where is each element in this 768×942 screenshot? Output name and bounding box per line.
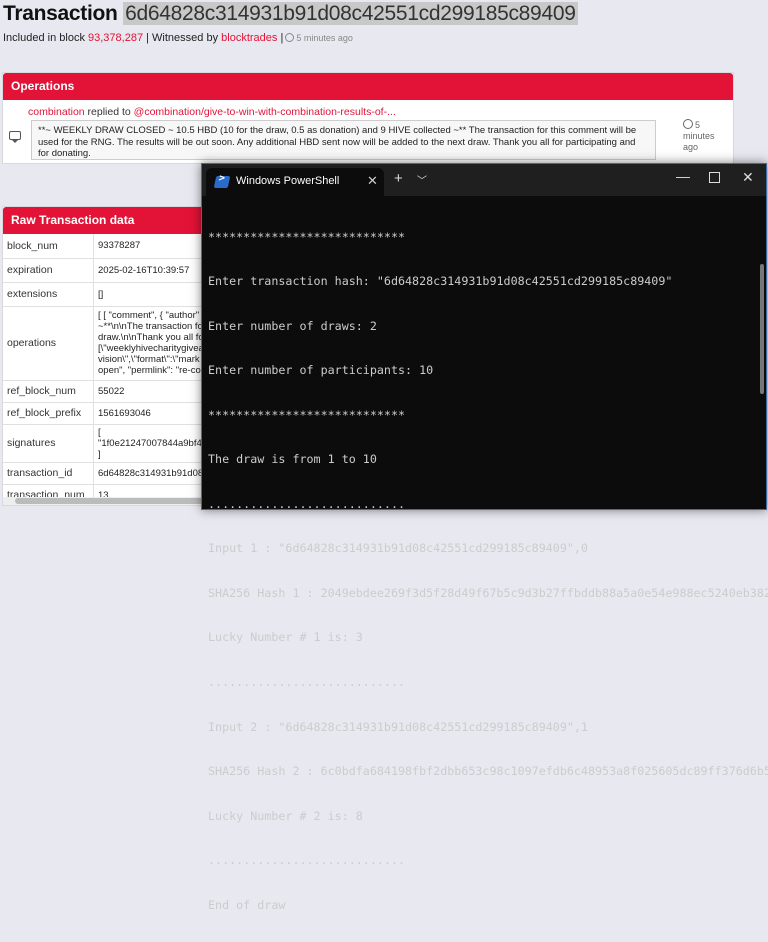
terminal-line: ............................	[208, 675, 406, 689]
terminal-scrollbar[interactable]	[760, 264, 764, 394]
row-key: extensions	[3, 282, 94, 307]
new-tab-button[interactable]: +	[394, 170, 403, 187]
operation-summary: combination replied to @combination/give…	[28, 106, 396, 118]
row-key: signatures	[3, 424, 94, 463]
time-separator: |	[280, 32, 284, 44]
terminal-line: ............................	[208, 496, 406, 511]
powershell-window[interactable]: Windows PowerShell ✕ + ﹀ — ✕ ***********…	[201, 163, 768, 912]
row-key: ref_block_prefix	[3, 402, 94, 425]
terminal-line: Enter transaction hash: "6d64828c314931b…	[208, 274, 673, 289]
terminal-line: SHA256 Hash 2 : 6c0bdfa684198fbf2dbb653c…	[208, 764, 768, 779]
page-title-label: Transaction	[3, 2, 118, 25]
terminal-line: Lucky Number # 1 is: 3	[208, 630, 363, 645]
terminal-line: ****************************	[208, 407, 406, 422]
powershell-tab[interactable]: Windows PowerShell ✕	[206, 168, 384, 196]
terminal-line: ............................	[208, 853, 406, 868]
block-info: Included in block 93,378,287 | Witnessed…	[3, 32, 353, 44]
operation-action: replied to	[87, 106, 131, 118]
operation-time: 5 minutes ago	[683, 119, 723, 153]
powershell-titlebar[interactable]: Windows PowerShell ✕ + ﹀ — ✕	[202, 164, 766, 196]
witness-link[interactable]: blocktrades	[221, 32, 277, 44]
tab-close-icon[interactable]: ✕	[367, 173, 378, 189]
clock-icon	[285, 32, 295, 42]
chevron-down-icon[interactable]: ﹀	[417, 172, 427, 187]
parent-permlink-link[interactable]: @combination/give-to-win-with-combinatio…	[134, 106, 396, 118]
row-key: transaction_id	[3, 462, 94, 485]
minimize-button[interactable]: —	[676, 168, 690, 184]
comment-icon	[9, 131, 21, 143]
window-close-button[interactable]: ✕	[742, 169, 754, 186]
terminal-output[interactable]: **************************** Enter trans…	[208, 200, 768, 942]
operations-header: Operations	[3, 73, 733, 100]
terminal-line: Enter number of participants: 10	[208, 363, 434, 378]
included-label: Included in block	[3, 32, 85, 44]
terminal-line: Lucky Number # 2 is: 8	[208, 808, 363, 823]
row-key: operations	[3, 306, 94, 381]
comment-body: **~ WEEKLY DRAW CLOSED ~ 10.5 HBD (10 fo…	[31, 120, 656, 160]
terminal-line: ****************************	[208, 229, 406, 244]
transaction-hash: 6d64828c314931b91d08c42551cd299185c89409	[123, 2, 578, 25]
header-time-ago: 5 minutes ago	[296, 33, 353, 43]
clock-icon	[683, 119, 693, 129]
maximize-button[interactable]	[709, 172, 720, 183]
author-link[interactable]: combination	[28, 106, 85, 118]
powershell-icon	[213, 176, 231, 188]
terminal-line: Enter number of draws: 2	[208, 318, 377, 333]
operations-card: Operations combination replied to @combi…	[2, 72, 734, 164]
row-key: expiration	[3, 258, 94, 283]
terminal-line: The draw is from 1 to 10	[208, 452, 377, 467]
terminal-line: End of draw	[208, 897, 286, 912]
witnessed-label: | Witnessed by	[146, 32, 219, 44]
row-key: ref_block_num	[3, 380, 94, 403]
powershell-tab-title: Windows PowerShell	[236, 175, 340, 187]
row-key: block_num	[3, 234, 94, 259]
terminal-line: SHA256 Hash 1 : 2049ebdee269f3d5f28d49f6…	[208, 585, 768, 600]
terminal-line: Input 1 : "6d64828c314931b91d08c42551cd2…	[208, 541, 588, 556]
terminal-line: Input 2 : "6d64828c314931b91d08c42551cd2…	[208, 719, 588, 734]
block-link[interactable]: 93,378,287	[88, 32, 143, 44]
page-title: Transaction 6d64828c314931b91d08c42551cd…	[3, 2, 578, 26]
